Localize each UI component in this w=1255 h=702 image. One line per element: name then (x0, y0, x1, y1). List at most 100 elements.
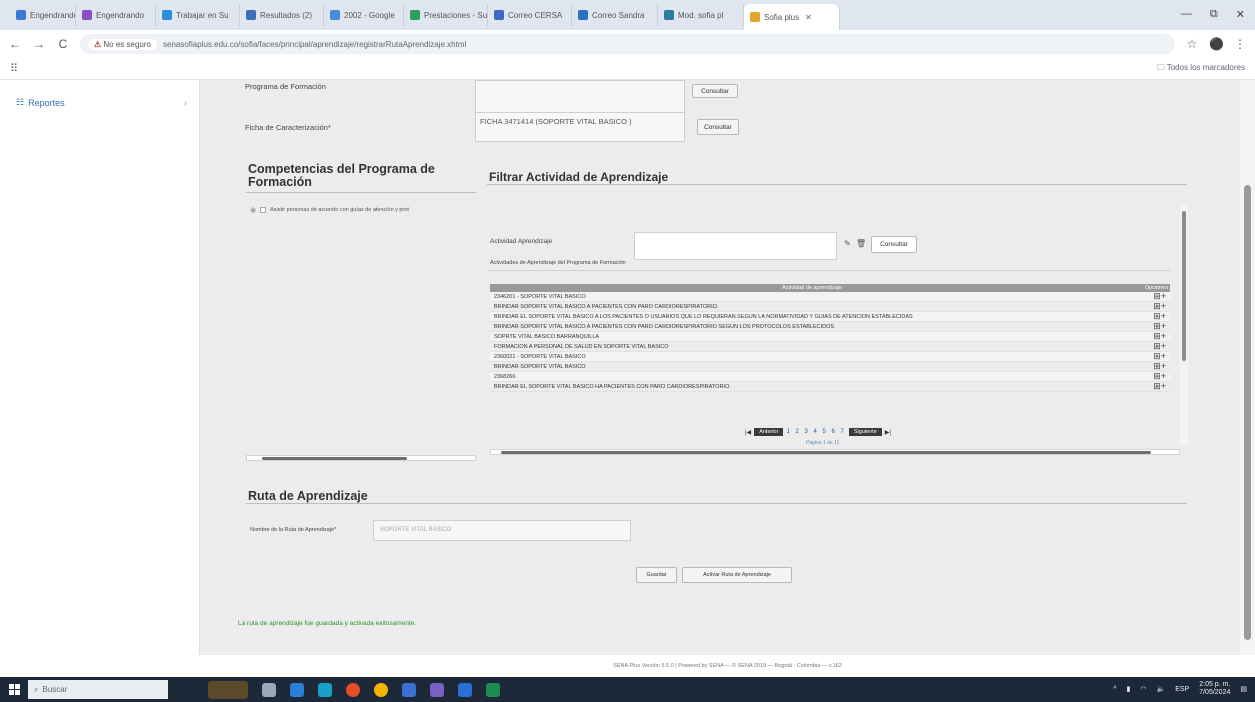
minimize-icon[interactable]: — (1181, 8, 1192, 21)
page-numbers[interactable]: 1 2 3 4 5 6 7 (786, 429, 845, 435)
clock[interactable]: 2:05 p. m. 7/05/2024 (1199, 681, 1230, 697)
windows-taskbar: ⌕ Buscar ^ ▮ ◠ 🔈 ESP 2:05 p. m. 7/05/202… (0, 677, 1255, 702)
tab[interactable]: Resultados (2) (240, 4, 324, 26)
add-activity-icon[interactable]: ⊞+ (1134, 381, 1170, 392)
radio-icon[interactable]: ◉ (250, 206, 256, 214)
sidebar-item-reportes[interactable]: ☷ Reportes › (16, 97, 187, 108)
page-scrollbar[interactable] (1240, 80, 1255, 655)
mail-icon[interactable] (402, 682, 416, 697)
word-icon[interactable] (458, 682, 472, 697)
tray-chevron-icon[interactable]: ^ (1113, 686, 1116, 693)
apps-icon[interactable]: ⠿ (10, 62, 18, 75)
window-controls: — ⧉ ✕ (1181, 8, 1245, 21)
consultar-ficha-button[interactable]: Consultar (697, 119, 739, 135)
chrome-icon[interactable] (374, 682, 388, 697)
tab-label: Resultados (2) (260, 10, 313, 20)
widget-icon[interactable] (208, 680, 248, 699)
table-body: 2346201 - SOPORTE VITAL BASICO ⊞+ BRINDAR… (490, 291, 1170, 392)
first-page-button[interactable]: |◀ (745, 429, 751, 436)
app-icon[interactable] (346, 682, 360, 697)
next-page-button[interactable]: Siguiente (848, 428, 882, 436)
warning-icon: ⚠ (94, 39, 102, 49)
tab-favicon-icon (162, 10, 172, 20)
clock-date: 7/05/2024 (1199, 689, 1231, 696)
close-window-icon[interactable]: ✕ (1236, 8, 1245, 21)
divider (488, 270, 1170, 271)
consultar-programa-button[interactable]: Consultar (692, 84, 738, 98)
tab-favicon-icon (330, 10, 340, 20)
checkbox-icon[interactable] (260, 207, 267, 213)
ficha-field[interactable]: FICHA 3471414 (SOPORTE VITAL BASICO ) (475, 112, 685, 142)
table-row: SOPRTE VITAL BASICO BARRANQUILLA ⊞+ (490, 331, 1170, 342)
tab[interactable]: 2002 - Google (324, 4, 404, 26)
vscroll-thumb[interactable] (1182, 211, 1186, 361)
wifi-icon[interactable]: ◠ (1140, 685, 1146, 693)
prev-page-button[interactable]: Anterior (754, 428, 784, 436)
table-row: 2368266 ⊞+ (490, 371, 1170, 382)
file-explorer-icon[interactable] (290, 682, 304, 697)
close-tab-icon[interactable]: ✕ (805, 13, 812, 22)
hscroll-thumb[interactable] (262, 457, 407, 460)
tab-favicon-icon (494, 10, 504, 20)
page-scrollbar-thumb[interactable] (1244, 185, 1251, 640)
ruta-nombre-input[interactable]: SOPORTE VITAL BASICO (373, 520, 631, 541)
tab[interactable]: Trabajar en Su (156, 4, 240, 26)
activity-cell: BRINDAR SOPORTE VITAL BÁSICO A PACIENTES… (494, 303, 719, 310)
search-icon: ⌕ (34, 684, 39, 694)
filtrar-vscroll[interactable] (1180, 205, 1188, 445)
column-header: Actividad de aprendizaje (782, 285, 842, 291)
filtrar-hscroll[interactable] (490, 449, 1180, 455)
activity-cell: FORMACIÓN A PERSONAL DE SALUD EN SOPORTE… (494, 343, 669, 350)
competencia-label: Asistir personas de acuerdo con guías de… (270, 207, 409, 213)
back-icon[interactable]: ← (8, 37, 22, 51)
url-text: senasofiaplus.edu.co/sofia/faces/princip… (163, 39, 467, 49)
edit-icon[interactable]: ✎ (844, 239, 851, 248)
maximize-icon[interactable]: ⧉ (1210, 8, 1218, 21)
tab[interactable]: Correo CERSA (488, 4, 572, 26)
start-button[interactable] (0, 677, 28, 702)
security-indicator[interactable]: ⚠ No es seguro (88, 38, 157, 50)
excel-icon[interactable] (486, 682, 500, 697)
battery-icon[interactable]: ▮ (1127, 685, 1131, 693)
task-view-icon[interactable] (262, 682, 276, 697)
reload-icon[interactable]: C (56, 37, 70, 51)
volume-icon[interactable]: 🔈 (1156, 685, 1165, 693)
actividad-input[interactable] (634, 232, 837, 260)
notifications-icon[interactable]: ▤ (1240, 685, 1247, 693)
tab[interactable]: Mod. sofia pl (658, 4, 744, 26)
table-row: BRINDAR SOPORTE VITAL BASICO A PACIENTES… (490, 321, 1170, 332)
tab-label: Correo Sandra (592, 10, 645, 20)
taskbar-search[interactable]: ⌕ Buscar (28, 680, 168, 699)
profile-icon[interactable]: ⚫ (1209, 37, 1224, 51)
address-bar[interactable]: ⚠ No es seguro senasofiaplus.edu.co/sofi… (80, 34, 1175, 54)
table-row: BRINDAR EL SOPORTE VITAL BÁSICO A LOS PA… (490, 311, 1170, 322)
activar-ruta-button[interactable]: Activar Ruta de Aprendizaje (682, 567, 792, 583)
language-indicator[interactable]: ESP (1175, 686, 1189, 693)
hscroll-thumb[interactable] (501, 451, 1151, 454)
delete-icon[interactable]: 🗑 (856, 239, 866, 248)
edge-icon[interactable] (318, 682, 332, 697)
competencia-item[interactable]: ◉ Asistir personas de acuerdo con guías … (250, 206, 475, 214)
all-bookmarks[interactable]: 🗀 Todos los marcadores (1157, 62, 1245, 76)
activity-cell: BRINDAR EL SOPORTE VITAL BASICO HA PACIE… (494, 383, 731, 390)
programa-label: Programa de Formación (245, 82, 326, 91)
last-page-button[interactable]: ▶| (885, 429, 891, 436)
tab[interactable]: Engendrando Su (10, 4, 76, 26)
folder-icon: 🗀 (1156, 62, 1165, 72)
forward-icon[interactable]: → (32, 37, 46, 51)
tab-label: Correo CERSA (508, 10, 563, 20)
consultar-actividad-button[interactable]: Consultar (871, 236, 917, 253)
tab[interactable]: Engendrando (76, 4, 156, 26)
tab-label: Sofia plus (764, 12, 800, 22)
tab-active[interactable]: Sofia plus ✕ (744, 4, 840, 30)
tab[interactable]: Correo Sandra (572, 4, 658, 26)
tab[interactable]: Prestaciones - Su (404, 4, 488, 26)
teams-icon[interactable] (430, 682, 444, 697)
guardar-button[interactable]: Guardar (636, 567, 677, 583)
bookmark-star-icon[interactable]: ☆ (1185, 37, 1199, 51)
windows-logo-icon (8, 684, 20, 695)
competencias-hscroll[interactable] (246, 455, 476, 461)
activity-cell: 2346201 - SOPORTE VITAL BASICO (494, 293, 586, 300)
menu-icon[interactable]: ⋮ (1233, 37, 1247, 51)
ficha-label: Ficha de Caracterización* (245, 123, 331, 132)
